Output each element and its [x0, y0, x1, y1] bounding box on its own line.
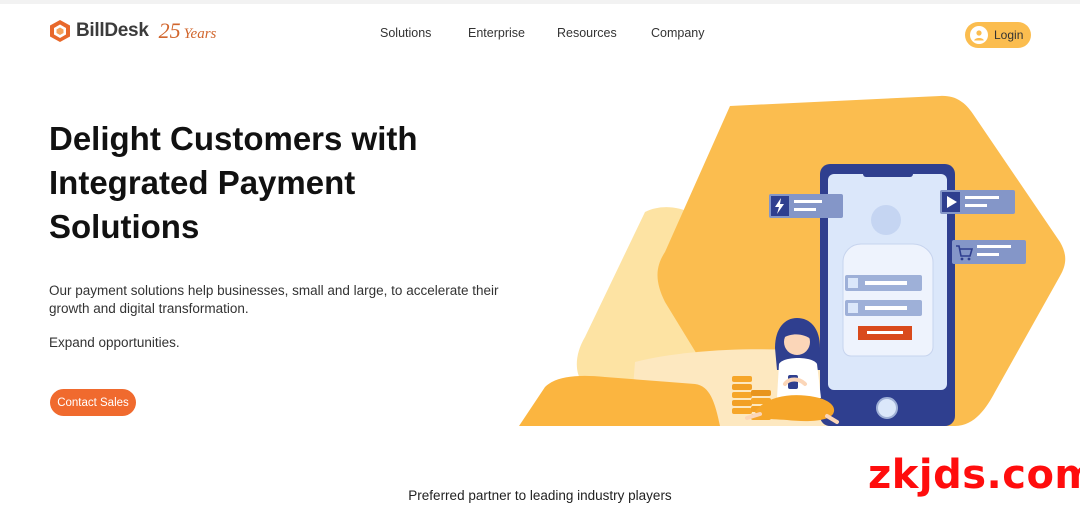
- hero-title: Delight Customers with Integrated Paymen…: [49, 117, 519, 249]
- login-button[interactable]: Login: [965, 22, 1031, 48]
- nav-company[interactable]: Company: [651, 26, 705, 40]
- phone-notch: [863, 170, 913, 177]
- screen-avatar: [871, 205, 901, 235]
- brand-name: BillDesk: [76, 20, 149, 41]
- nav-solutions[interactable]: Solutions: [380, 26, 431, 40]
- login-label: Login: [994, 28, 1024, 42]
- hero-title-line-2: Integrated Payment: [49, 164, 356, 201]
- bolt-message-card: [769, 194, 843, 218]
- hero-description: Our payment solutions help businesses, s…: [49, 283, 499, 316]
- billdesk-logo-icon: [50, 20, 70, 42]
- nav-enterprise[interactable]: Enterprise: [468, 26, 525, 40]
- phone-home-button: [876, 397, 898, 419]
- nav-resources[interactable]: Resources: [557, 26, 617, 40]
- site-header: BillDesk 25 Years Solutions Enterprise R…: [0, 4, 1080, 62]
- cart-message-card: [952, 240, 1026, 264]
- contact-sales-button[interactable]: Contact Sales: [50, 389, 136, 416]
- site-watermark: zkjds.com: [868, 452, 1080, 498]
- hero-subtext: Expand opportunities.: [49, 335, 180, 350]
- play-message-card: [940, 190, 1015, 214]
- anniversary-word: Years: [183, 26, 217, 42]
- user-icon: [970, 26, 988, 44]
- anniversary-number: 25: [158, 18, 181, 43]
- billdesk-logo[interactable]: BillDesk 25 Years: [49, 18, 216, 44]
- hero-title-line-3: Solutions: [49, 208, 200, 245]
- hero-title-line-1: Delight Customers with: [49, 120, 418, 157]
- anniversary-badge: 25 Years: [159, 18, 217, 44]
- hero-illustration: [519, 95, 1066, 426]
